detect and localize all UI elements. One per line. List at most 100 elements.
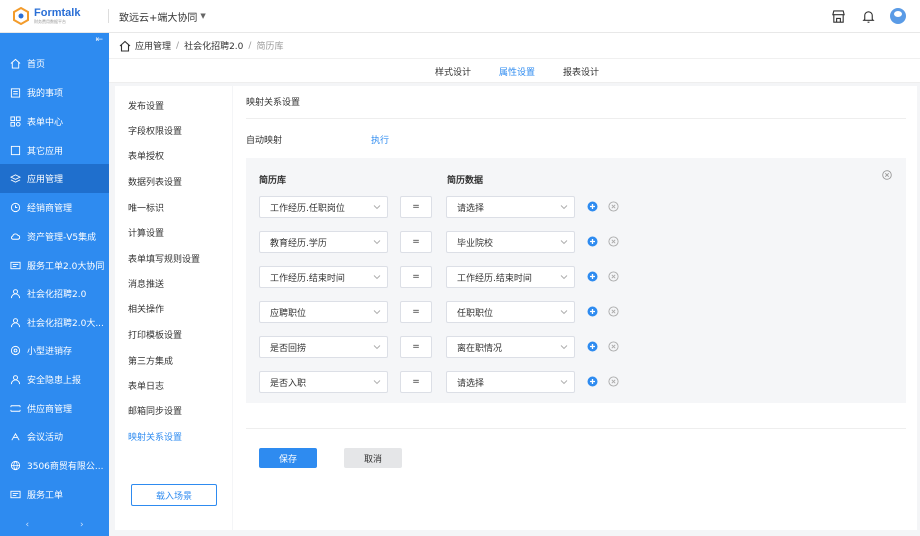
sidebar-item[interactable]: 供应商管理 — [0, 394, 109, 423]
target-field-select[interactable]: 离在职情况 — [446, 336, 575, 358]
divider — [246, 118, 906, 119]
chevron-left-icon[interactable]: ‹ — [25, 520, 29, 530]
chevron-down-icon — [373, 240, 381, 245]
close-circle-icon[interactable] — [882, 170, 892, 180]
cancel-button[interactable]: 取消 — [344, 448, 402, 468]
settings-menu-item[interactable]: 映射关系设置 — [128, 430, 182, 443]
mapping-row: 是否回捞 = 离在职情况 — [246, 336, 906, 358]
breadcrumb-item[interactable]: 应用管理 — [135, 39, 171, 52]
settings-menu-item[interactable]: 表单填写规则设置 — [128, 252, 200, 265]
sidebar-item[interactable]: 会议活动 — [0, 422, 109, 451]
collapse-icon[interactable]: ⇤ — [95, 35, 103, 45]
settings-menu-item[interactable]: 打印模板设置 — [128, 328, 182, 341]
sidebar-item-label: 社会化招聘2.0 — [27, 290, 87, 300]
sidebar-item[interactable]: 资产管理-V5集成 — [0, 222, 109, 251]
source-field-select[interactable]: 教育经历.学历 — [259, 231, 388, 253]
save-button[interactable]: 保存 — [259, 448, 317, 468]
sidebar-item[interactable]: 小型进销存 — [0, 336, 109, 365]
remove-circle-icon[interactable] — [608, 201, 619, 212]
remove-circle-icon[interactable] — [608, 341, 619, 352]
add-circle-icon[interactable] — [587, 201, 598, 212]
meeting-icon — [11, 432, 20, 441]
settings-menu-item[interactable]: 消息推送 — [128, 277, 164, 290]
sidebar-item[interactable]: 服务工单2.0大协同 — [0, 251, 109, 280]
divider — [108, 9, 109, 23]
source-field-select[interactable]: 是否回捞 — [259, 336, 388, 358]
settings-menu-item[interactable]: 计算设置 — [128, 226, 164, 239]
target-field-select[interactable]: 请选择 — [446, 196, 575, 218]
settings-menu-item[interactable]: 唯一标识 — [128, 201, 164, 214]
settings-menu-item[interactable]: 相关操作 — [128, 302, 164, 315]
target-field-select[interactable]: 任职职位 — [446, 301, 575, 323]
clock-icon — [10, 202, 21, 213]
source-field-select[interactable]: 应聘职位 — [259, 301, 388, 323]
avatar[interactable] — [890, 8, 906, 24]
chevron-right-icon[interactable]: › — [80, 520, 84, 530]
source-field-select[interactable]: 是否入职 — [259, 371, 388, 393]
chevron-down-icon — [560, 380, 568, 385]
settings-menu-item[interactable]: 表单日志 — [128, 379, 164, 392]
store-icon[interactable] — [830, 8, 846, 24]
chevron-down-icon — [373, 380, 381, 385]
person-icon — [10, 375, 21, 385]
auto-map-label: 自动映射 — [246, 136, 283, 146]
target-field-select[interactable]: 工作经历.结束时间 — [446, 266, 575, 288]
sidebar-item[interactable]: 其它应用 — [0, 136, 109, 165]
person-icon — [10, 289, 21, 299]
mapping-row: 是否入职 = 请选择 — [246, 371, 906, 393]
logo-subtitle: 财务费用数据平台 — [34, 19, 66, 24]
source-field-value: 是否回捞 — [270, 343, 307, 354]
sidebar-item[interactable]: 经销商管理 — [0, 193, 109, 222]
org-switcher[interactable]: 致远云+端大协同 ▼ — [119, 9, 206, 24]
add-circle-icon[interactable] — [587, 271, 598, 282]
settings-menu-item[interactable]: 数据列表设置 — [128, 175, 182, 188]
globe-icon — [10, 460, 21, 471]
load-scene-button[interactable]: 载入场景 — [131, 484, 217, 506]
logo[interactable]: Formtalk 财务费用数据平台 — [12, 7, 96, 25]
settings-menu-item[interactable]: 发布设置 — [128, 99, 164, 112]
remove-circle-icon[interactable] — [608, 236, 619, 247]
target-field-value: 请选择 — [457, 203, 485, 214]
home-icon[interactable] — [119, 40, 131, 52]
add-circle-icon[interactable] — [587, 306, 598, 317]
source-field-select[interactable]: 工作经历.任职岗位 — [259, 196, 388, 218]
sidebar-item[interactable]: 社会化招聘2.0 — [0, 279, 109, 308]
remove-circle-icon[interactable] — [608, 306, 619, 317]
sidebar-item[interactable]: 服务工单 — [0, 480, 109, 509]
mapping-row: 工作经历.任职岗位 = 请选择 — [246, 196, 906, 218]
caret-down-icon: ▼ — [200, 12, 206, 20]
breadcrumb-item[interactable]: 社会化招聘2.0 — [184, 39, 243, 52]
tab-style-design[interactable]: 样式设计 — [435, 65, 471, 78]
target-field-select[interactable]: 毕业院校 — [446, 231, 575, 253]
target-field-value: 离在职情况 — [457, 343, 503, 354]
remove-circle-icon[interactable] — [608, 271, 619, 282]
sidebar-item[interactable]: 表单中心 — [0, 107, 109, 136]
settings-menu: 载入场景 发布设置字段权限设置 表单授权数据列表设置 唯一标识计算设置表单填写规则设… — [115, 86, 232, 530]
sidebar-item[interactable]: 安全隐患上报 — [0, 365, 109, 394]
sidebar-item[interactable]: 首页 — [0, 49, 109, 78]
add-circle-icon[interactable] — [587, 341, 598, 352]
equals-box: = — [400, 231, 432, 253]
sidebar-item[interactable]: 3506商贸有限公... — [0, 451, 109, 480]
sidebar-item[interactable]: 社会化招聘2.0大... — [0, 308, 109, 337]
source-field-select[interactable]: 工作经历.结束时间 — [259, 266, 388, 288]
tab-report-design[interactable]: 报表设计 — [563, 65, 599, 78]
remove-circle-icon[interactable] — [608, 376, 619, 387]
settings-menu-item[interactable]: 字段权限设置 — [128, 124, 182, 137]
org-name: 致远云+端大协同 — [119, 12, 198, 24]
add-circle-icon[interactable] — [587, 376, 598, 387]
bell-icon[interactable] — [860, 8, 876, 24]
sidebar-item[interactable]: 我的事项 — [0, 78, 109, 107]
sidebar-item-label: 3506商贸有限公... — [27, 462, 104, 472]
execute-link[interactable]: 执行 — [371, 133, 389, 146]
tab-property-settings[interactable]: 属性设置 — [494, 65, 540, 85]
settings-menu-item[interactable]: 邮箱同步设置 — [128, 404, 182, 417]
target-field-select[interactable]: 请选择 — [446, 371, 575, 393]
settings-menu-item[interactable]: 表单授权 — [128, 149, 164, 162]
add-circle-icon[interactable] — [587, 236, 598, 247]
settings-menu-item[interactable]: 第三方集成 — [128, 354, 173, 367]
sidebar-item[interactable]: 应用管理 — [0, 164, 109, 193]
chevron-down-icon — [560, 345, 568, 350]
mapping-row: 教育经历.学历 = 毕业院校 — [246, 231, 906, 253]
source-field-value: 工作经历.任职岗位 — [270, 203, 345, 214]
